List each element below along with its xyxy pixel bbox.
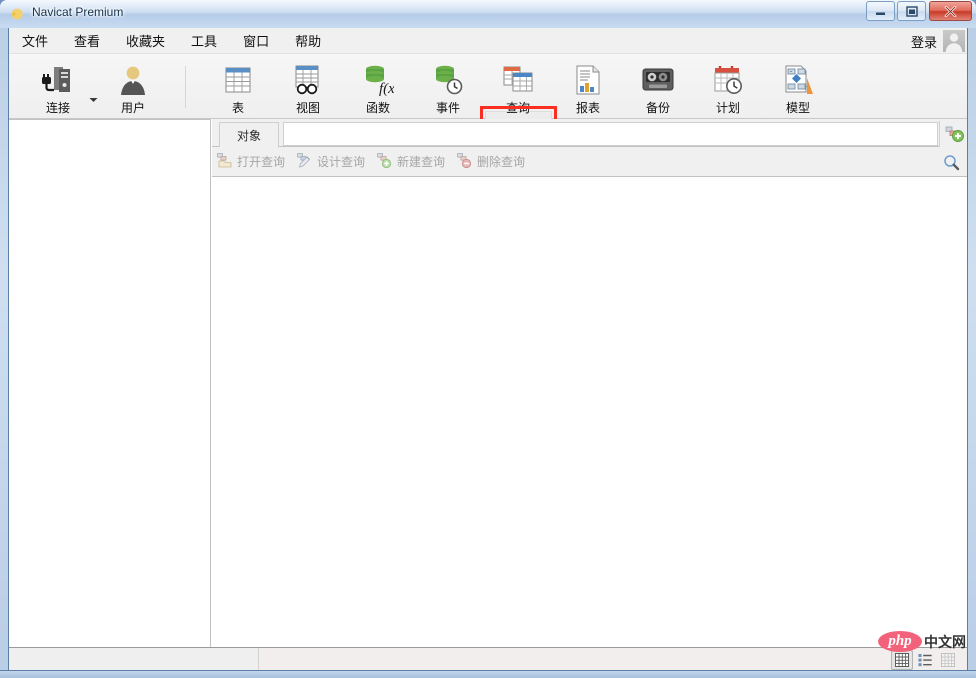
backup-icon bbox=[641, 63, 675, 97]
menu-bar: 文件 查看 收藏夹 工具 窗口 帮助 登录 bbox=[9, 28, 967, 54]
view-mode-list[interactable] bbox=[914, 650, 936, 670]
close-button[interactable] bbox=[929, 1, 972, 21]
view-mode-detail[interactable] bbox=[937, 650, 959, 670]
tab-strip: 对象 bbox=[212, 119, 967, 147]
menu-help[interactable]: 帮助 bbox=[282, 28, 334, 53]
toolbar-label-user: 用户 bbox=[120, 101, 145, 115]
toolbar-button-table[interactable]: 表 bbox=[207, 58, 269, 116]
view-icon bbox=[292, 63, 324, 97]
main-toolbar: 连接 用户 表 视图 f(函数 事件 查询 报表 备份 计划 模型 bbox=[9, 54, 967, 175]
query-icon bbox=[501, 63, 535, 97]
toolbar-label-event: 事件 bbox=[435, 101, 460, 115]
function-icon: f(x) bbox=[362, 63, 394, 97]
new-query-button[interactable]: 新建查询 bbox=[372, 151, 452, 173]
design-query-label: 设计查询 bbox=[317, 155, 366, 169]
toolbar-label-connection: 连接 bbox=[45, 101, 70, 115]
maximize-button[interactable] bbox=[897, 1, 926, 21]
toolbar-button-event[interactable]: 事件 bbox=[417, 58, 479, 116]
connection-icon bbox=[40, 63, 76, 97]
toolbar-button-backup[interactable]: 备份 bbox=[627, 58, 689, 116]
menu-favorites[interactable]: 收藏夹 bbox=[113, 28, 178, 53]
new-query-label: 新建查询 bbox=[397, 155, 446, 169]
status-segment-left bbox=[9, 648, 259, 670]
model-icon bbox=[782, 63, 814, 97]
toolbar-label-view: 视图 bbox=[295, 101, 320, 115]
delete-query-label: 删除查询 bbox=[477, 155, 526, 169]
search-magnifier-icon[interactable] bbox=[941, 152, 961, 172]
open-query-icon bbox=[217, 152, 233, 171]
window-client-area: 文件 查看 收藏夹 工具 窗口 帮助 登录 连接 用户 表 视图 f(函数 事… bbox=[8, 28, 968, 670]
toolbar-button-report[interactable]: 报表 bbox=[557, 58, 619, 116]
object-list-area[interactable] bbox=[212, 178, 967, 647]
design-query-button[interactable]: 设计查询 bbox=[292, 151, 372, 173]
toolbar-button-query[interactable]: 查询 bbox=[487, 58, 549, 116]
app-window: Navicat Premium 文件 查看 收藏夹 工具 窗口 帮助 登录 连接… bbox=[0, 0, 976, 678]
open-query-button[interactable]: 打开查询 bbox=[212, 151, 292, 173]
toolbar-button-schedule[interactable]: 计划 bbox=[697, 58, 759, 116]
toolbar-button-view[interactable]: 视图 bbox=[277, 58, 339, 116]
status-bar bbox=[9, 647, 967, 670]
connection-dropdown-caret-icon[interactable] bbox=[89, 90, 98, 108]
delete-query-button[interactable]: 删除查询 bbox=[452, 151, 532, 173]
delete-query-icon bbox=[457, 152, 473, 171]
toolbar-label-schedule: 计划 bbox=[715, 101, 740, 115]
menu-window[interactable]: 窗口 bbox=[230, 28, 282, 53]
toolbar-button-model[interactable]: 模型 bbox=[767, 58, 829, 116]
menu-file[interactable]: 文件 bbox=[9, 28, 61, 53]
new-query-icon[interactable] bbox=[939, 121, 967, 147]
title-bar[interactable]: Navicat Premium bbox=[0, 0, 976, 28]
design-query-icon bbox=[297, 152, 313, 171]
view-mode-grid[interactable] bbox=[891, 650, 913, 670]
tab-object[interactable]: 对象 bbox=[219, 122, 279, 147]
status-segment-right bbox=[260, 648, 967, 670]
navigation-pane[interactable] bbox=[9, 119, 211, 647]
tab-strip-empty-area bbox=[283, 122, 938, 146]
toolbar-label-report: 报表 bbox=[575, 101, 600, 115]
toolbar-label-model: 模型 bbox=[785, 101, 810, 115]
login-label[interactable]: 登录 bbox=[911, 32, 937, 51]
new-query-plus-icon bbox=[377, 152, 393, 171]
toolbar-label-table: 表 bbox=[231, 101, 244, 115]
event-icon bbox=[432, 63, 464, 97]
view-mode-buttons bbox=[891, 649, 959, 670]
schedule-icon bbox=[712, 63, 744, 97]
menu-view[interactable]: 查看 bbox=[61, 28, 113, 53]
report-icon bbox=[573, 63, 603, 97]
navigation-pane-top-border bbox=[9, 119, 211, 120]
toolbar-label-query: 查询 bbox=[505, 101, 530, 115]
titlebar-glass-highlight bbox=[0, 0, 976, 13]
avatar-icon[interactable] bbox=[943, 30, 965, 52]
toolbar-button-user[interactable]: 用户 bbox=[102, 58, 164, 116]
window-title: Navicat Premium bbox=[32, 5, 124, 19]
toolbar-label-function: 函数 bbox=[365, 101, 390, 115]
toolbar-label-backup: 备份 bbox=[645, 101, 670, 115]
minimize-button[interactable] bbox=[866, 1, 895, 21]
table-icon bbox=[223, 63, 253, 97]
toolbar-button-function[interactable]: f(x) 函数 bbox=[347, 58, 409, 116]
open-query-label: 打开查询 bbox=[237, 155, 286, 169]
svg-text:f(x): f(x) bbox=[379, 81, 394, 96]
object-toolbar: 打开查询 设计查询 新建查询 删除查询 bbox=[212, 147, 967, 177]
navicat-logo-icon bbox=[10, 6, 26, 22]
user-icon bbox=[117, 63, 149, 97]
toolbar-separator bbox=[185, 66, 186, 108]
login-area[interactable]: 登录 bbox=[911, 28, 965, 54]
menu-tools[interactable]: 工具 bbox=[178, 28, 230, 53]
window-bottom-edge bbox=[0, 670, 976, 678]
toolbar-button-connection[interactable]: 连接 bbox=[27, 58, 89, 116]
